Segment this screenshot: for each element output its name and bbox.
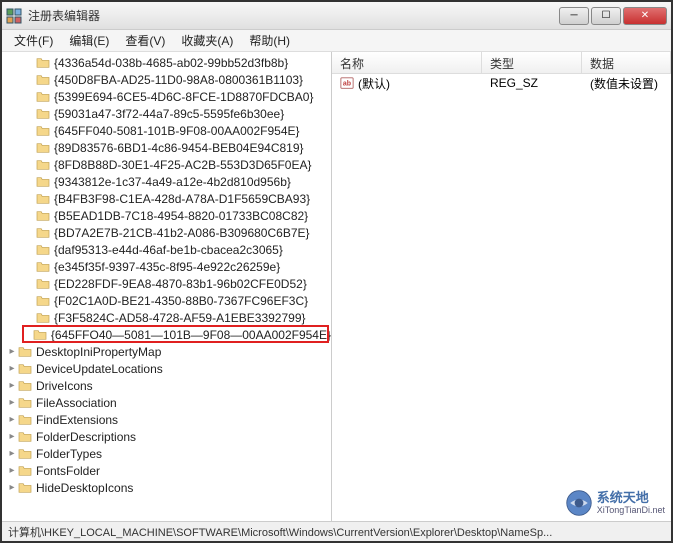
- cell-data: (数值未设置): [582, 74, 671, 93]
- tree-expand-icon[interactable]: ▸: [8, 346, 16, 357]
- tree-item[interactable]: {5399E694-6CE5-4D6C-8FCE-1D8870FDCBA0}: [2, 88, 331, 105]
- tree-item[interactable]: {645FF040-5081-101B-9F08-00AA002F954E}: [2, 122, 331, 139]
- menu-favorites[interactable]: 收藏夹(A): [173, 30, 241, 51]
- tree-item-label: FontsFolder: [36, 464, 100, 478]
- tree-item[interactable]: {4336a54d-038b-4685-ab02-99bb52d3fb8b}: [2, 54, 331, 71]
- tree-item[interactable]: {89D83576-6BD1-4c86-9454-BEB04E94C819}: [2, 139, 331, 156]
- tree-item[interactable]: {8FD8B88D-30E1-4F25-AC2B-553D3D65F0EA}: [2, 156, 331, 173]
- tree-expand-icon[interactable]: ▸: [8, 414, 16, 425]
- tree-item[interactable]: ▸ FontsFolder: [2, 462, 331, 479]
- content-area: {4336a54d-038b-4685-ab02-99bb52d3fb8b} {4…: [2, 52, 671, 521]
- tree-item-label: DriveIcons: [36, 379, 93, 393]
- tree-expand-icon[interactable]: ▸: [8, 448, 16, 459]
- tree-item[interactable]: ▸ DeviceUpdateLocations: [2, 360, 331, 377]
- window-title: 注册表编辑器: [28, 7, 559, 24]
- titlebar: 注册表编辑器 ─ ☐ ✕: [2, 2, 671, 30]
- minimize-button[interactable]: ─: [559, 7, 589, 25]
- tree-item-label: HideDesktopIcons: [36, 481, 133, 495]
- tree-item[interactable]: {450D8FBA-AD25-11D0-98A8-0800361B1103}: [2, 71, 331, 88]
- tree-expand-icon[interactable]: ▸: [8, 397, 16, 408]
- registry-tree: {4336a54d-038b-4685-ab02-99bb52d3fb8b} {4…: [2, 52, 331, 498]
- tree-item-label: {9343812e-1c37-4a49-a12e-4b2d810d956b}: [54, 175, 291, 189]
- tree-item-label: {F3F5824C-AD58-4728-AF59-A1EBE3392799}: [54, 311, 306, 325]
- tree-item[interactable]: ▸ FindExtensions: [2, 411, 331, 428]
- list-body: ab(默认)REG_SZ(数值未设置): [332, 74, 671, 92]
- maximize-button[interactable]: ☐: [591, 7, 621, 25]
- tree-item-label: DeviceUpdateLocations: [36, 362, 163, 376]
- tree-item[interactable]: ▸ FileAssociation: [2, 394, 331, 411]
- tree-expand-icon[interactable]: ▸: [8, 363, 16, 374]
- tree-item-label: {5399E694-6CE5-4D6C-8FCE-1D8870FDCBA0}: [54, 90, 313, 104]
- tree-expand-icon[interactable]: ▸: [8, 380, 16, 391]
- tree-expand-icon[interactable]: ▸: [8, 482, 16, 493]
- tree-item[interactable]: {645FFO40—5081—101B—9F08—00AA002F954E}: [2, 326, 331, 343]
- tree-item-label: {450D8FBA-AD25-11D0-98A8-0800361B1103}: [54, 73, 303, 87]
- tree-item[interactable]: {B4FB3F98-C1EA-428d-A78A-D1F5659CBA93}: [2, 190, 331, 207]
- tree-item[interactable]: {e345f35f-9397-435c-8f95-4e922c26259e}: [2, 258, 331, 275]
- tree-item[interactable]: {ED228FDF-9EA8-4870-83b1-96b02CFE0D52}: [2, 275, 331, 292]
- tree-item[interactable]: ▸ FolderTypes: [2, 445, 331, 462]
- tree-item[interactable]: {B5EAD1DB-7C18-4954-8820-01733BC08C82}: [2, 207, 331, 224]
- tree-expand-icon[interactable]: ▸: [8, 465, 16, 476]
- cell-type: REG_SZ: [482, 75, 582, 91]
- tree-item[interactable]: ▸ HideDesktopIcons: [2, 479, 331, 496]
- tree-item-label: FileAssociation: [36, 396, 117, 410]
- tree-item-label: FindExtensions: [36, 413, 118, 427]
- menu-edit[interactable]: 编辑(E): [61, 30, 117, 51]
- cell-name: ab(默认): [332, 74, 482, 93]
- tree-item-label: {B5EAD1DB-7C18-4954-8820-01733BC08C82}: [54, 209, 308, 223]
- tree-item[interactable]: {59031a47-3f72-44a7-89c5-5595fe6b30ee}: [2, 105, 331, 122]
- tree-item-label: {8FD8B88D-30E1-4F25-AC2B-553D3D65F0EA}: [54, 158, 311, 172]
- tree-item[interactable]: {9343812e-1c37-4a49-a12e-4b2d810d956b}: [2, 173, 331, 190]
- tree-item-label: {F02C1A0D-BE21-4350-88B0-7367FC96EF3C}: [54, 294, 308, 308]
- tree-item-label: {59031a47-3f72-44a7-89c5-5595fe6b30ee}: [54, 107, 284, 121]
- statusbar: 计算机\HKEY_LOCAL_MACHINE\SOFTWARE\Microsof…: [2, 521, 671, 541]
- tree-item[interactable]: {BD7A2E7B-21CB-41b2-A086-B309680C6B7E}: [2, 224, 331, 241]
- tree-item[interactable]: ▸ DesktopIniPropertyMap: [2, 343, 331, 360]
- tree-item-label: {89D83576-6BD1-4c86-9454-BEB04E94C819}: [54, 141, 304, 155]
- menu-view[interactable]: 查看(V): [117, 30, 173, 51]
- window-controls: ─ ☐ ✕: [559, 7, 667, 25]
- tree-item[interactable]: {daf95313-e44d-46af-be1b-cbacea2c3065}: [2, 241, 331, 258]
- menu-file[interactable]: 文件(F): [6, 30, 61, 51]
- tree-item[interactable]: {F3F5824C-AD58-4728-AF59-A1EBE3392799}: [2, 309, 331, 326]
- close-button[interactable]: ✕: [623, 7, 667, 25]
- tree-item-label: {4336a54d-038b-4685-ab02-99bb52d3fb8b}: [54, 56, 288, 70]
- tree-item-label: {645FFO40—5081—101B—9F08—00AA002F954E}: [51, 328, 331, 342]
- tree-item-label: {645FF040-5081-101B-9F08-00AA002F954E}: [54, 124, 300, 138]
- menubar: 文件(F) 编辑(E) 查看(V) 收藏夹(A) 帮助(H): [2, 30, 671, 52]
- tree-item-label: {BD7A2E7B-21CB-41b2-A086-B309680C6B7E}: [54, 226, 310, 240]
- tree-item[interactable]: {F02C1A0D-BE21-4350-88B0-7367FC96EF3C}: [2, 292, 331, 309]
- tree-item-label: {daf95313-e44d-46af-be1b-cbacea2c3065}: [54, 243, 283, 257]
- tree-item-label: DesktopIniPropertyMap: [36, 345, 161, 359]
- list-pane[interactable]: 名称 类型 数据 ab(默认)REG_SZ(数值未设置): [332, 52, 671, 521]
- app-icon: [6, 8, 22, 24]
- list-row[interactable]: ab(默认)REG_SZ(数值未设置): [332, 74, 671, 92]
- tree-item[interactable]: ▸ DriveIcons: [2, 377, 331, 394]
- tree-expand-icon[interactable]: ▸: [8, 431, 16, 442]
- menu-help[interactable]: 帮助(H): [241, 30, 298, 51]
- col-name[interactable]: 名称: [332, 52, 482, 73]
- tree-item-label: {ED228FDF-9EA8-4870-83b1-96b02CFE0D52}: [54, 277, 307, 291]
- tree-item-label: FolderTypes: [36, 447, 102, 461]
- tree-item[interactable]: ▸ FolderDescriptions: [2, 428, 331, 445]
- tree-item-label: {B4FB3F98-C1EA-428d-A78A-D1F5659CBA93}: [54, 192, 310, 206]
- col-data[interactable]: 数据: [582, 52, 671, 73]
- tree-item-label: {e345f35f-9397-435c-8f95-4e922c26259e}: [54, 260, 280, 274]
- svg-text:ab: ab: [343, 81, 351, 88]
- tree-pane[interactable]: {4336a54d-038b-4685-ab02-99bb52d3fb8b} {4…: [2, 52, 332, 521]
- col-type[interactable]: 类型: [482, 52, 582, 73]
- tree-item-label: FolderDescriptions: [36, 430, 136, 444]
- list-header: 名称 类型 数据: [332, 52, 671, 74]
